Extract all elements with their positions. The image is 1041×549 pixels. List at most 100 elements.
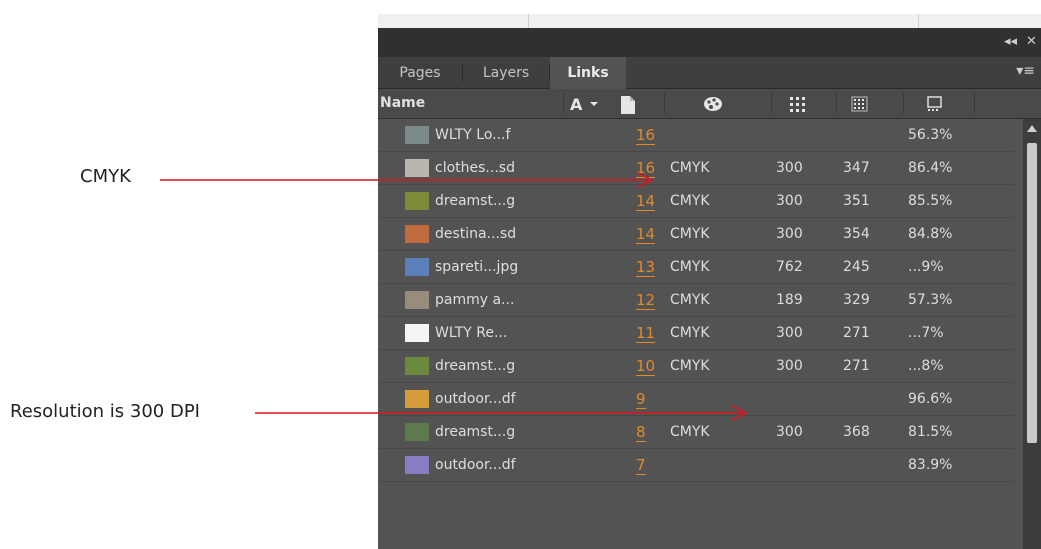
link-scale: 85.5% [908,193,953,209]
link-color-space: CMYK [670,193,710,209]
link-page-number[interactable]: 7 [636,449,646,481]
link-name: dreamst...g [435,424,516,440]
panel-menu-icon[interactable]: ▾≡ [1016,63,1035,79]
links-column-header: Name A [378,89,1041,119]
link-thumbnail [405,324,429,342]
link-row[interactable]: pammy a... 12 CMYK 189 329 57.3% [378,284,1014,317]
link-row[interactable]: dreamst...g 8 CMYK 300 368 81.5% [378,416,1014,449]
link-row[interactable]: WLTY Re... 11 CMYK 300 271 ...7% [378,317,1014,350]
link-row[interactable]: destina...sd 14 CMYK 300 354 84.8% [378,218,1014,251]
effective-ppi-icon[interactable] [850,95,870,113]
link-color-space: CMYK [670,226,710,242]
link-name: outdoor...df [435,391,516,407]
link-effective-ppi: 368 [843,424,870,440]
link-effective-ppi: 271 [843,358,870,374]
actual-ppi-icon[interactable] [788,95,808,113]
link-actual-ppi: 762 [776,259,803,275]
link-row[interactable]: dreamst...g 14 CMYK 300 351 85.5% [378,185,1014,218]
link-thumbnail [405,159,429,177]
link-page-number[interactable]: 16 [636,119,656,151]
link-name: pammy a... [435,292,515,308]
color-space-icon[interactable] [702,95,724,113]
link-scale: ...8% [908,358,944,374]
link-page-number[interactable]: 10 [636,350,656,382]
link-row[interactable]: outdoor...df 7 83.9% [378,449,1014,482]
document-top-strip [378,14,1041,28]
column-name-header[interactable]: Name [380,89,425,118]
link-page-number[interactable]: 13 [636,251,656,283]
link-row[interactable]: clothes...sd 16 CMYK 300 347 86.4% [378,152,1014,185]
link-actual-ppi: 300 [776,358,803,374]
link-row[interactable]: dreamst...g 10 CMYK 300 271 ...8% [378,350,1014,383]
link-scale: 83.9% [908,457,953,473]
link-scale: 57.3% [908,292,953,308]
link-effective-ppi: 245 [843,259,870,275]
close-panel-icon[interactable]: ✕ [1026,34,1037,49]
link-scale: ...7% [908,325,944,341]
link-row[interactable]: spareti...jpg 13 CMYK 762 245 ...9% [378,251,1014,284]
link-effective-ppi: 347 [843,160,870,176]
link-thumbnail [405,258,429,276]
link-actual-ppi: 300 [776,424,803,440]
link-scale: 56.3% [908,127,953,143]
link-name: clothes...sd [435,160,515,176]
scroll-up-icon[interactable] [1027,125,1037,132]
tab-pages[interactable]: Pages [378,57,462,88]
links-panel: ◂◂ ✕ Pages Layers Links ▾≡ Name A WLTY L… [378,14,1041,549]
tab-layers[interactable]: Layers [463,57,549,88]
link-actual-ppi: 300 [776,325,803,341]
link-name: WLTY Re... [435,325,508,341]
link-effective-ppi: 351 [843,193,870,209]
link-thumbnail [405,126,429,144]
link-scale: 81.5% [908,424,953,440]
collapse-panel-icon[interactable]: ◂◂ [1004,34,1017,49]
link-effective-ppi: 354 [843,226,870,242]
link-page-number[interactable]: 8 [636,416,646,448]
link-thumbnail [405,390,429,408]
panel-tab-bar: Pages Layers Links ▾≡ [378,57,1041,89]
link-actual-ppi: 300 [776,226,803,242]
link-page-number[interactable]: 9 [636,383,646,415]
link-row[interactable]: outdoor...df 9 96.6% [378,383,1014,416]
scroll-thumb[interactable] [1027,143,1037,443]
annotation-resolution-label: Resolution is 300 DPI [10,401,200,422]
link-page-number[interactable]: 12 [636,284,656,316]
link-thumbnail [405,291,429,309]
tab-links[interactable]: Links [550,57,626,89]
annotation-cmyk-label: CMYK [80,166,131,187]
links-scrollbar[interactable] [1023,119,1041,549]
link-row[interactable]: WLTY Lo...f 16 56.3% [378,119,1014,152]
link-page-number[interactable]: 14 [636,218,656,250]
link-name: outdoor...df [435,457,516,473]
link-color-space: CMYK [670,160,710,176]
page-icon[interactable] [618,95,638,115]
link-color-space: CMYK [670,325,710,341]
link-thumbnail [405,423,429,441]
links-list: WLTY Lo...f 16 56.3% clothes...sd 16 CMYK 300 3… [378,119,1014,482]
link-scale: 86.4% [908,160,953,176]
link-scale: 84.8% [908,226,953,242]
link-name: dreamst...g [435,193,516,209]
link-effective-ppi: 329 [843,292,870,308]
link-actual-ppi: 300 [776,160,803,176]
link-thumbnail [405,192,429,210]
link-thumbnail [405,225,429,243]
link-color-space: CMYK [670,259,710,275]
link-name: WLTY Lo...f [435,127,511,143]
svg-text:A: A [570,95,583,113]
scale-icon[interactable] [926,95,946,113]
link-name: dreamst...g [435,358,516,374]
link-name: destina...sd [435,226,517,242]
link-color-space: CMYK [670,424,710,440]
link-page-number[interactable]: 11 [636,317,656,349]
link-thumbnail [405,456,429,474]
link-page-number[interactable]: 16 [636,152,656,184]
link-scale: 96.6% [908,391,953,407]
link-thumbnail [405,357,429,375]
link-page-number[interactable]: 14 [636,185,656,217]
link-color-space: CMYK [670,358,710,374]
status-warning-icon[interactable]: A [570,95,602,113]
link-effective-ppi: 271 [843,325,870,341]
link-actual-ppi: 189 [776,292,803,308]
panel-titlebar: ◂◂ ✕ [378,28,1041,57]
